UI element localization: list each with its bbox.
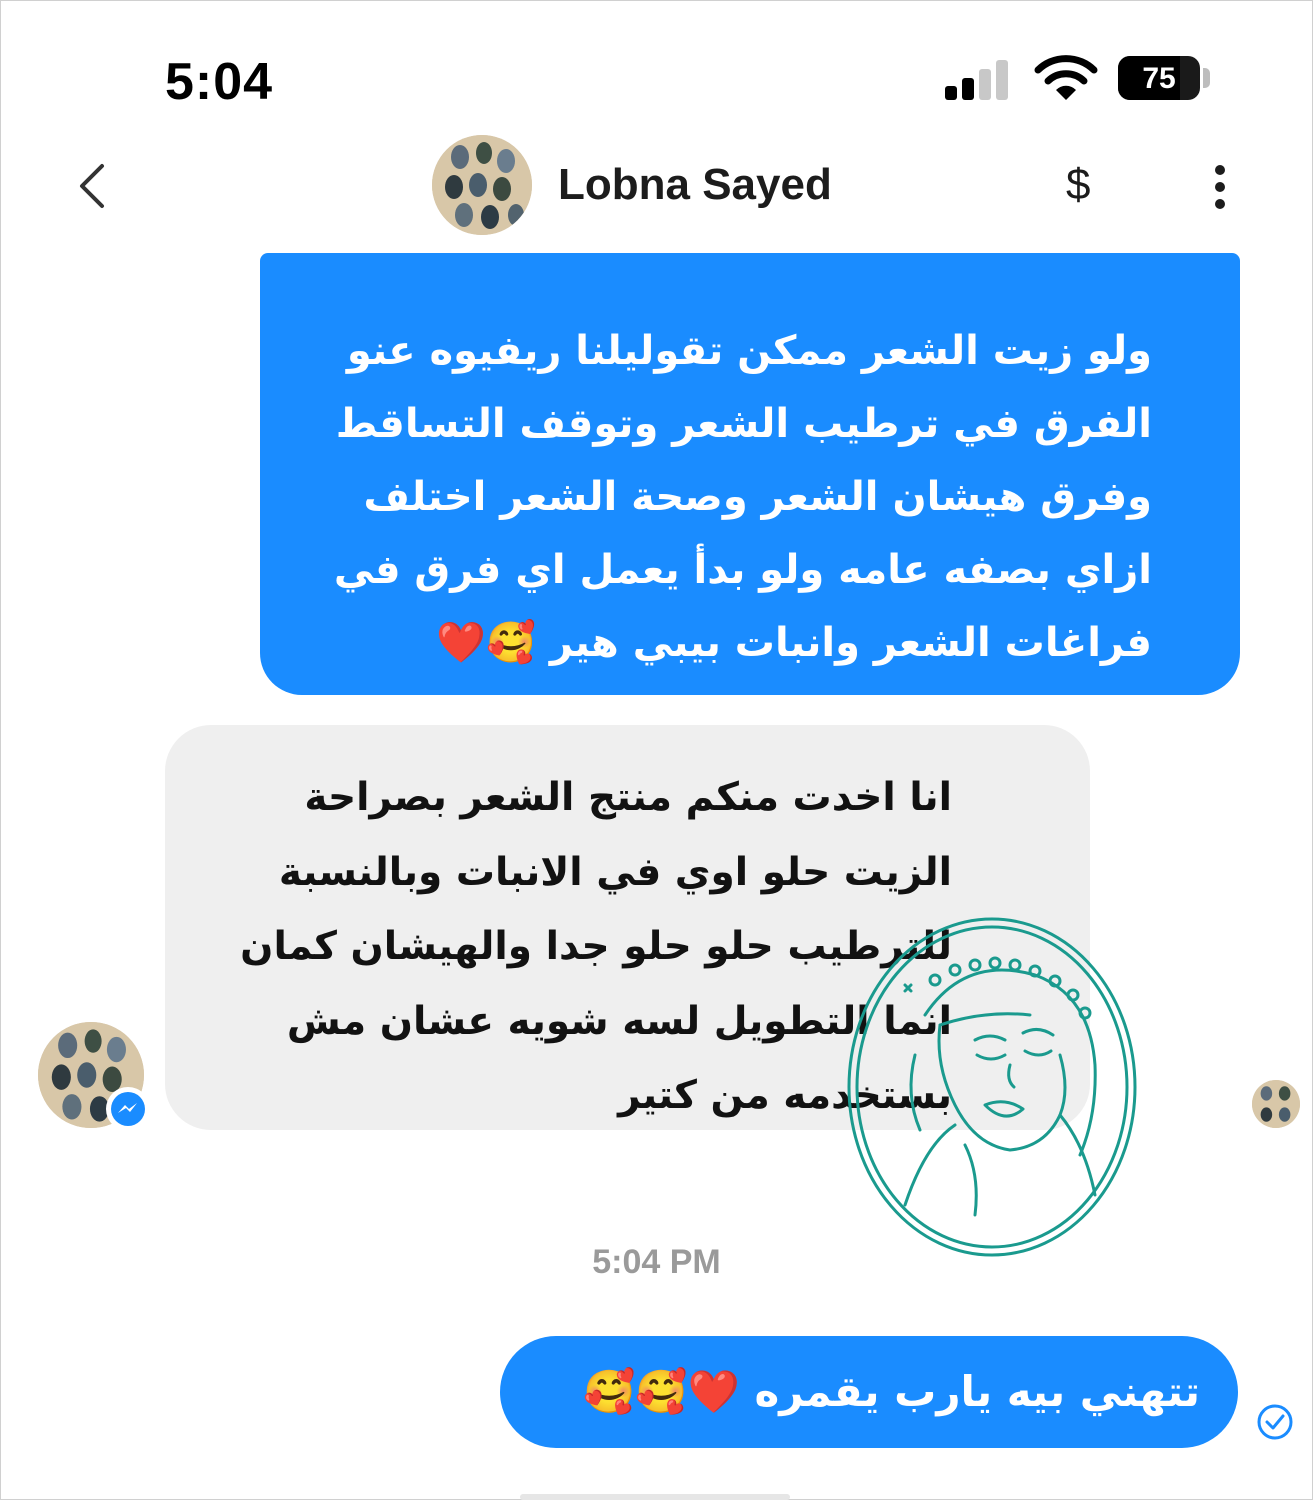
wifi-icon bbox=[1034, 55, 1098, 100]
signal-icon bbox=[945, 58, 1015, 100]
status-time: 5:04 bbox=[165, 53, 274, 111]
home-indicator bbox=[520, 1494, 790, 1500]
avatar-image bbox=[1252, 1080, 1300, 1128]
dollar-icon[interactable]: $ bbox=[1066, 160, 1090, 210]
check-circle-icon bbox=[1257, 1404, 1293, 1440]
contact-avatar[interactable] bbox=[432, 135, 532, 235]
more-vertical-icon[interactable] bbox=[1205, 162, 1235, 212]
outgoing-message-bubble-2[interactable]: تتهني بيه يارب يقمره ❤️🥰🥰 bbox=[500, 1336, 1238, 1448]
battery-cap bbox=[1203, 68, 1210, 88]
chevron-left-icon[interactable] bbox=[70, 158, 120, 214]
messenger-icon bbox=[106, 1087, 150, 1131]
battery-percent: 75 bbox=[1142, 62, 1176, 95]
battery-icon: 75 bbox=[1118, 56, 1200, 100]
brand-logo-stamp bbox=[847, 917, 1137, 1257]
read-receipt-avatar bbox=[1252, 1080, 1300, 1128]
message-timestamp: 5:04 PM bbox=[592, 1243, 721, 1281]
outgoing-message-bubble[interactable]: ولو زيت الشعر ممكن تقوليلنا ريفيوه عنو ا… bbox=[260, 253, 1240, 695]
avatar-image bbox=[432, 135, 532, 235]
contact-name[interactable]: Lobna Sayed bbox=[558, 160, 832, 210]
